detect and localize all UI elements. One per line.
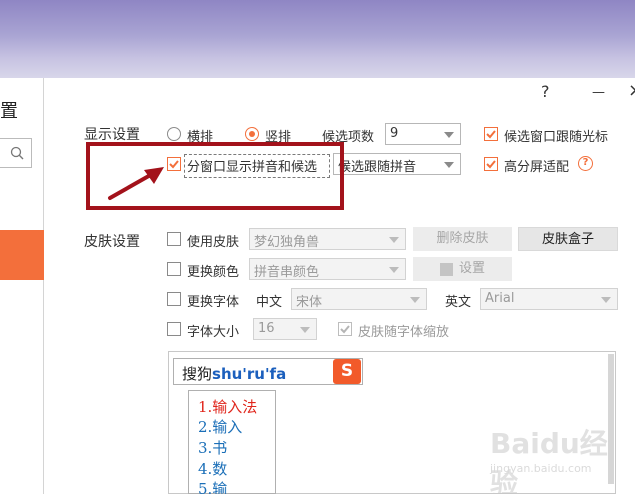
split-mode-select[interactable]: 候选跟随拼音 [333, 153, 461, 175]
change-font-checkbox[interactable] [167, 292, 181, 306]
change-font-label: 更换字体 [187, 295, 240, 310]
use-skin-label: 使用皮肤 [187, 235, 240, 250]
baidu-watermark: Baidu经验 jingyan.baidu.com [470, 418, 635, 494]
font-size-label: 字体大小 [187, 325, 240, 340]
split-mode-value: 候选跟随拼音 [338, 160, 417, 175]
candidate-item: 3.书 [198, 439, 228, 457]
font-size-checkbox[interactable] [167, 322, 181, 336]
check-icon [486, 160, 496, 169]
minimize-button[interactable]: — [592, 85, 605, 100]
desktop-background [0, 0, 635, 78]
watermark-url: jingyan.baidu.com [490, 462, 592, 475]
close-button[interactable]: × [628, 80, 635, 101]
color-value: 拼音串颜色 [254, 265, 320, 280]
watermark-title: Baidu经验 [490, 427, 608, 494]
english-font-value: Arial [485, 291, 515, 306]
check-icon [486, 130, 496, 139]
skin-value: 梦幻独角兽 [254, 235, 320, 250]
color-select[interactable]: 拼音串颜色 [249, 258, 406, 280]
skin-box-button[interactable]: 皮肤盒子 [518, 227, 618, 251]
font-size-select[interactable]: 16 [253, 318, 317, 340]
chevron-down-icon [389, 267, 399, 273]
follow-cursor-checkbox[interactable] [484, 127, 498, 141]
use-skin-checkbox[interactable] [167, 232, 181, 246]
hidpi-checkbox[interactable] [484, 157, 498, 171]
chevron-down-icon [300, 327, 310, 333]
chevron-down-icon [444, 162, 454, 168]
candidate-item: 1.输入法 [198, 398, 258, 416]
sidebar-item-selected[interactable] [0, 230, 44, 280]
sidebar-title: 置 [0, 101, 18, 122]
chinese-font-select[interactable]: 宋体 [291, 288, 427, 310]
follow-cursor-label: 候选窗口跟随光标 [504, 130, 609, 145]
delete-skin-button[interactable]: 删除皮肤 [413, 227, 512, 251]
candidate-item: 5.输 [198, 480, 228, 494]
candidate-count-value: 9 [390, 126, 399, 141]
sidebar-search-box[interactable] [0, 138, 32, 168]
change-color-label: 更换颜色 [187, 265, 240, 280]
font-size-value: 16 [258, 321, 275, 336]
english-font-select[interactable]: Arial [480, 288, 618, 310]
composition-prefix: 搜狗 [182, 365, 213, 383]
candidate-item: 4.数 [198, 460, 228, 478]
search-icon [10, 146, 24, 160]
skin-settings-label: 皮肤设置 [84, 234, 140, 250]
skin-select[interactable]: 梦幻独角兽 [249, 228, 406, 250]
scale-with-font-label: 皮肤随字体缩放 [358, 325, 450, 340]
display-settings-label: 显示设置 [84, 127, 140, 143]
scale-with-font-checkbox[interactable] [338, 322, 352, 336]
chevron-down-icon [444, 132, 454, 138]
hidpi-label: 高分屏适配 [504, 160, 570, 175]
annotation-arrow-icon [108, 167, 164, 200]
check-icon [340, 325, 350, 334]
candidate-item: 2.输入 [198, 418, 243, 436]
composition-pinyin: shu'ru'fa [212, 365, 287, 383]
candidate-count-select[interactable]: 9 [385, 123, 461, 145]
set-color-button[interactable]: 设置 [413, 257, 512, 281]
color-swatch-icon [440, 263, 453, 276]
sogou-logo-icon: S [333, 359, 361, 384]
set-color-label: 设置 [459, 261, 486, 276]
chevron-down-icon [601, 297, 611, 303]
help-circle-icon[interactable]: ? [578, 156, 593, 171]
change-color-checkbox[interactable] [167, 262, 181, 276]
chevron-down-icon [410, 297, 420, 303]
chinese-font-value: 宋体 [296, 295, 323, 310]
help-button[interactable]: ? [541, 82, 550, 101]
chevron-down-icon [389, 237, 399, 243]
chinese-font-label: 中文 [256, 295, 283, 310]
composition-text: 搜狗shu'ru'fa [182, 363, 286, 384]
radio-vertical[interactable] [245, 127, 259, 141]
english-font-label: 英文 [445, 295, 472, 310]
radio-horizontal[interactable] [167, 127, 181, 141]
